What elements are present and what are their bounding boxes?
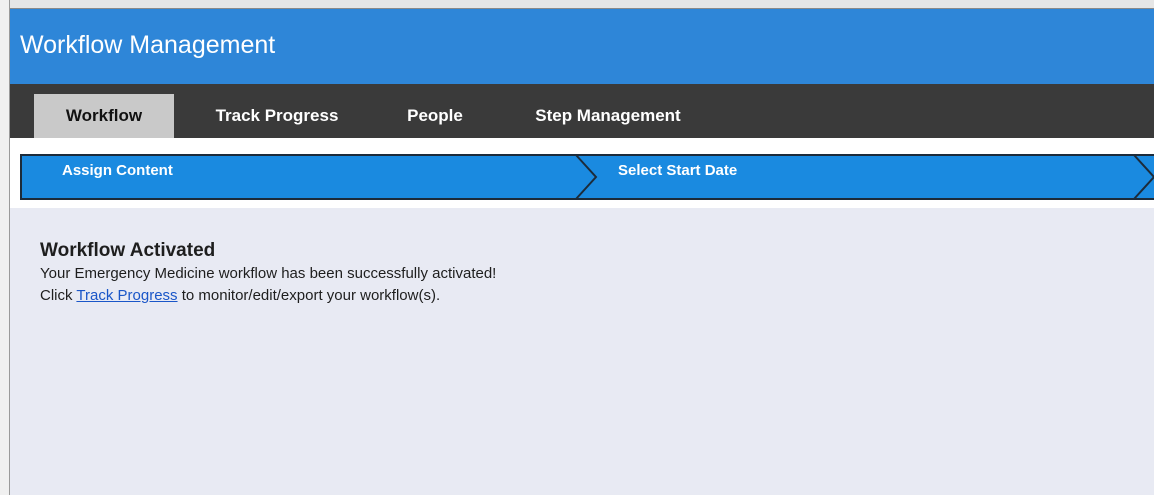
track-progress-link[interactable]: Track Progress xyxy=(76,287,177,304)
tab-track-progress[interactable]: Track Progress xyxy=(188,94,366,138)
message-line-1: Your Emergency Medicine workflow has bee… xyxy=(40,265,497,282)
steps-band xyxy=(20,155,1154,199)
step-assign-content[interactable]: Assign Content xyxy=(62,156,173,186)
tab-workflow[interactable]: Workflow xyxy=(34,94,174,138)
message-line-2-suffix: to monitor/edit/export your workflow(s). xyxy=(177,287,441,304)
main-nav: Workflow Track Progress People Step Mana… xyxy=(10,84,1154,138)
window-top-edge xyxy=(0,0,1154,9)
steps-chevrons xyxy=(20,154,1154,200)
message-line-2-prefix: Click xyxy=(40,287,77,304)
window-left-edge xyxy=(0,0,10,495)
app-title: Workflow Management xyxy=(20,31,276,59)
screenshot-frame: Workflow Management Workflow Track Progr… xyxy=(0,0,1154,495)
title-bar: Workflow Management xyxy=(10,9,1154,84)
tab-step-management[interactable]: Step Management xyxy=(508,94,708,138)
workflow-steps: Assign Content Select Start Date xyxy=(10,138,1154,208)
workflow-app: Workflow Management Workflow Track Progr… xyxy=(10,9,1154,495)
step-select-start-date[interactable]: Select Start Date xyxy=(618,156,737,186)
tab-people[interactable]: People xyxy=(394,94,476,138)
content-panel: Workflow Activated Your Emergency Medici… xyxy=(10,208,1154,495)
message-heading: Workflow Activated xyxy=(40,240,216,261)
message-line-2: Click Track Progress to monitor/edit/exp… xyxy=(40,287,440,304)
